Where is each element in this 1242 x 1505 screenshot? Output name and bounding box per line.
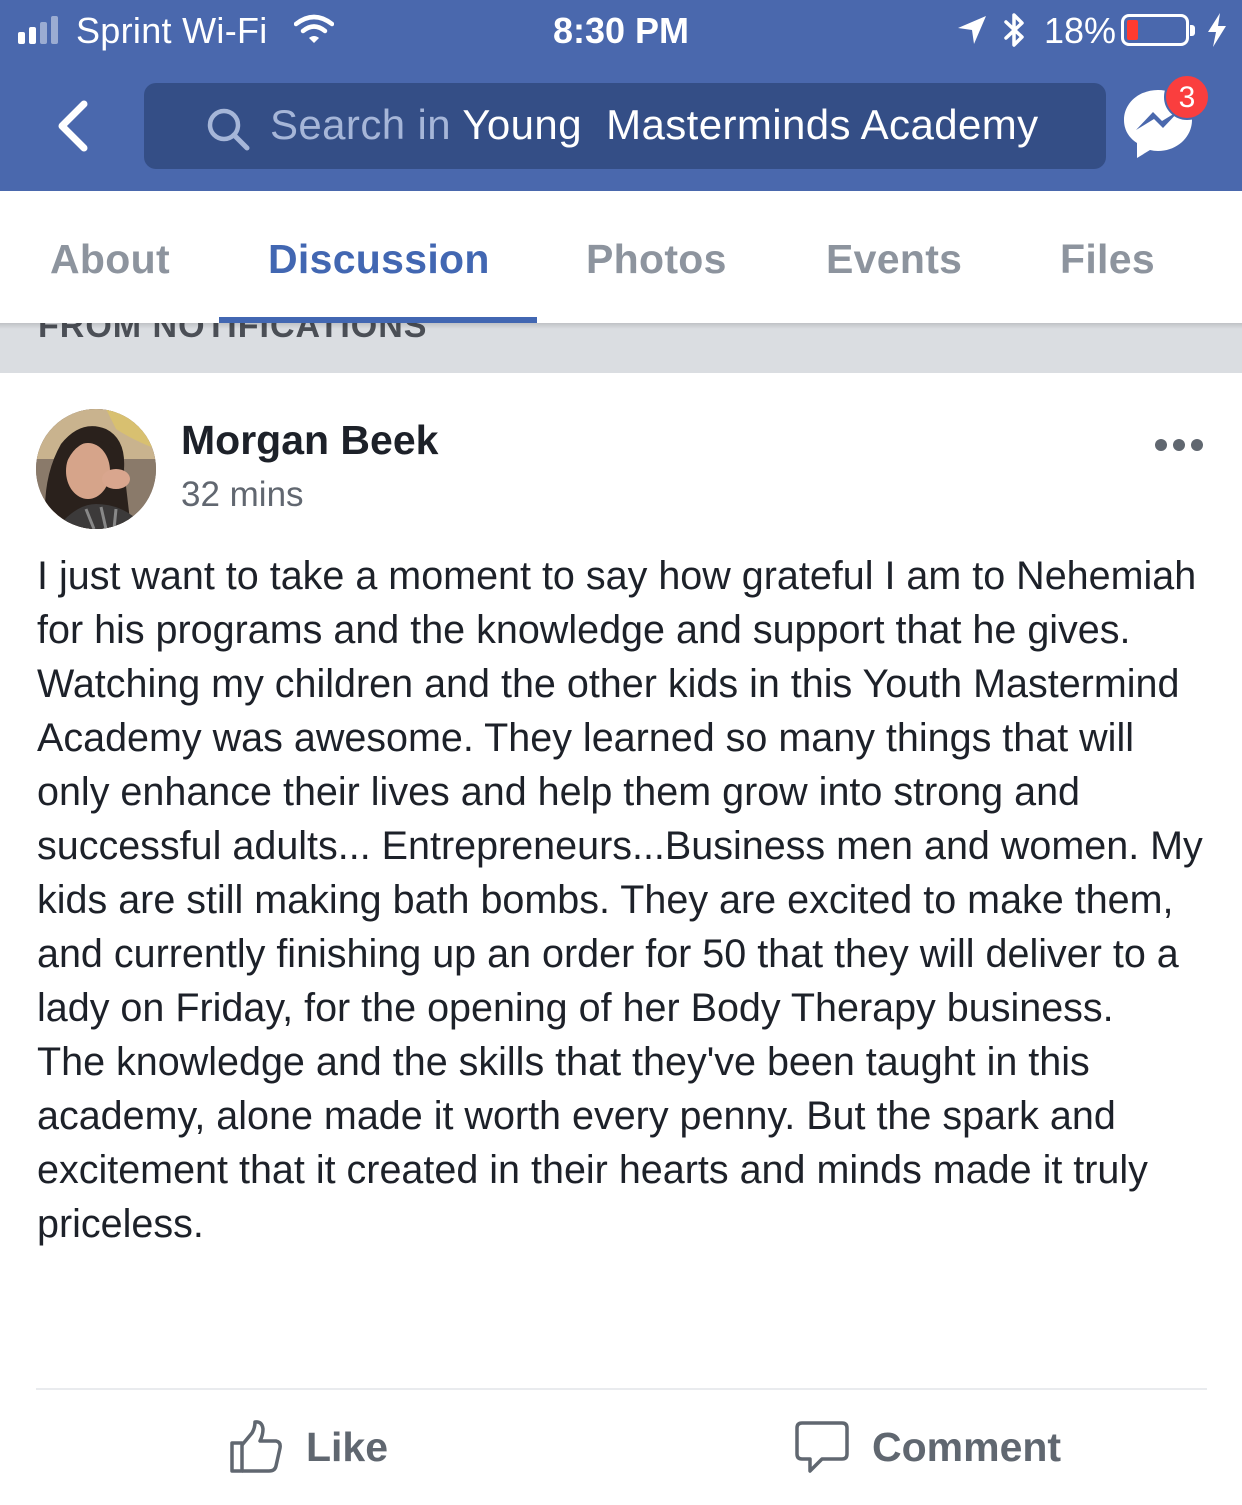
location-arrow-icon (958, 16, 986, 44)
divider (36, 1388, 1207, 1390)
post-author[interactable]: Morgan Beek (181, 417, 438, 464)
battery-percent: 18% (1044, 10, 1117, 51)
post-paragraph: The knowledge and the skills that they'v… (37, 1040, 1148, 1246)
search-group-name: Young Masterminds Academy (462, 101, 1039, 148)
avatar-photo (36, 409, 156, 529)
like-button[interactable]: Like (228, 1419, 388, 1475)
search-placeholder: Search in Young Masterminds Academy (270, 101, 1039, 149)
tab-files[interactable]: Files (1060, 236, 1155, 283)
post-timestamp[interactable]: 32 mins (181, 475, 304, 515)
bluetooth-icon (1004, 13, 1024, 47)
tab-events[interactable]: Events (826, 236, 962, 283)
comment-bubble-icon (795, 1421, 849, 1473)
search-icon (207, 108, 250, 151)
top-bar: Sprint Wi-Fi 8:30 PM 18% Search in Young… (0, 0, 1242, 191)
more-options-icon[interactable] (1155, 439, 1203, 451)
messenger-badge: 3 (1164, 74, 1210, 120)
tab-discussion[interactable]: Discussion (268, 236, 490, 283)
group-search-field[interactable]: Search in Young Masterminds Academy (144, 83, 1106, 169)
status-bar: Sprint Wi-Fi 8:30 PM 18% (0, 0, 1242, 62)
like-label: Like (306, 1423, 389, 1470)
back-chevron-icon[interactable] (52, 100, 96, 152)
comment-label: Comment (872, 1423, 1062, 1470)
section-header: FROM NOTIFICATIONS (0, 323, 1242, 373)
post-paragraph: I just want to take a moment to say how … (37, 554, 1203, 1030)
post-body: I just want to take a moment to say how … (37, 549, 1217, 1251)
thumbs-up-icon (230, 1420, 282, 1473)
tab-photos[interactable]: Photos (586, 236, 727, 283)
comment-button[interactable]: Comment (794, 1419, 1061, 1475)
charging-bolt-icon (1208, 13, 1226, 47)
group-tab-bar: About Discussion Photos Events Files (0, 191, 1242, 323)
search-prefix: Search in (270, 101, 452, 148)
battery-icon (1121, 14, 1195, 46)
tab-about[interactable]: About (50, 236, 170, 283)
avatar[interactable] (36, 409, 156, 529)
group-post: Morgan Beek 32 mins I just want to take … (0, 373, 1242, 1505)
